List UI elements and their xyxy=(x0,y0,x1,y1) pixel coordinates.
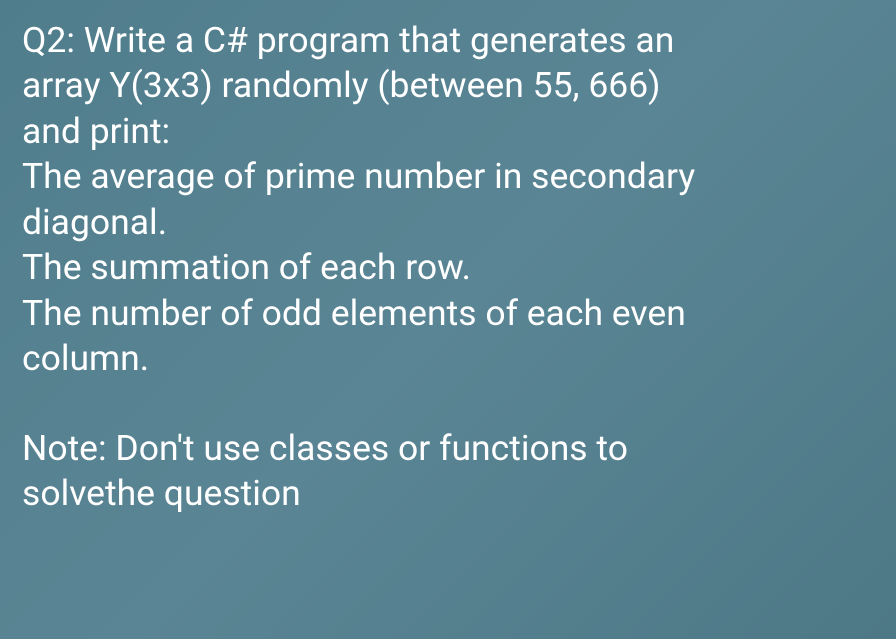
note-line: solvethe question xyxy=(22,471,874,516)
question-line: The summation of each row. xyxy=(22,245,874,290)
question-line: The number of odd elements of each even xyxy=(22,291,874,336)
question-text-block: Q2: Write a C# program that generates an… xyxy=(22,18,874,516)
question-line: array Y(3x3) randomly (between 55, 666) xyxy=(22,63,874,108)
note-line: Note: Don't use classes or functions to xyxy=(22,426,874,471)
question-line: The average of prime number in secondary xyxy=(22,154,874,199)
question-line: column. xyxy=(22,336,874,381)
question-line: diagonal. xyxy=(22,200,874,245)
spacer xyxy=(22,382,874,426)
question-line: and print: xyxy=(22,109,874,154)
question-line: Q2: Write a C# program that generates an xyxy=(22,18,874,63)
